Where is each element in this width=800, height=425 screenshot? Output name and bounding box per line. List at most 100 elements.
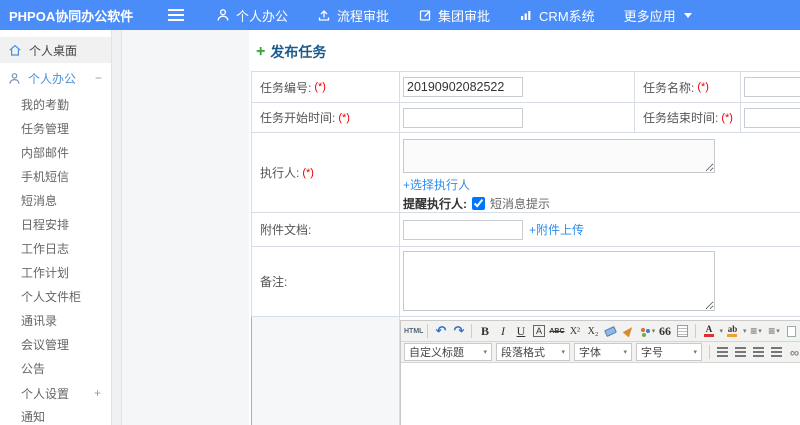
note-cell — [400, 247, 800, 317]
font-color-button[interactable]: A — [700, 322, 717, 340]
page-icon[interactable] — [783, 322, 800, 340]
nav-group-approval[interactable]: 集团审批 — [418, 6, 490, 25]
header-nav: 个人办公 流程审批 集团审批 CRM系统 更多应用 — [216, 6, 721, 25]
palette-icon[interactable]: ▾ — [638, 322, 655, 340]
align-left-icon[interactable] — [714, 343, 731, 361]
top-header: PHPOA协同办公软件 个人办公 流程审批 集团审批 CRM系统 更多应用 — [0, 0, 800, 30]
process-icon — [317, 8, 331, 22]
sidebar-section-label: 个人办公 — [28, 71, 77, 86]
sidebar-item-sms[interactable]: 手机短信 — [0, 165, 111, 189]
note-label: 备注: — [252, 247, 400, 317]
link-icon[interactable]: ∞ — [786, 343, 800, 361]
executor-cell: +选择执行人 提醒执行人: 短消息提示 — [400, 133, 800, 213]
attachment-input[interactable] — [403, 219, 523, 240]
sms-tip-label: 短消息提示 — [490, 197, 551, 211]
sidebar-item-work-log[interactable]: 工作日志 — [0, 237, 111, 261]
sidebar-section-personal-office[interactable]: 个人办公 − — [0, 63, 111, 93]
sidebar-item-work-plan[interactable]: 工作计划 — [0, 261, 111, 285]
task-name-input[interactable] — [744, 77, 800, 97]
sidebar-item-short-message[interactable]: 短消息 — [0, 189, 111, 213]
sidebar-item-desktop[interactable]: 个人桌面 — [0, 37, 111, 63]
sidebar-item-attendance[interactable]: 我的考勤 — [0, 93, 111, 117]
align-right-icon[interactable] — [750, 343, 767, 361]
undo-icon[interactable]: ↶ — [432, 322, 449, 340]
sidebar-item-file-cabinet[interactable]: 个人文件柜 — [0, 285, 111, 309]
publish-task-form: 任务编号: (*) 任务名称: (*) 任务开始时间: (*) — [251, 71, 800, 425]
task-name-label: 任务名称: (*) — [635, 72, 741, 103]
task-name-cell — [741, 72, 800, 103]
sidebar-item-personal-settings[interactable]: 个人设置 + — [0, 381, 111, 405]
format-brush-icon[interactable] — [620, 322, 637, 340]
highlight-color-button[interactable]: ab — [724, 322, 741, 340]
nav-crm-system[interactable]: CRM系统 — [519, 6, 595, 25]
required-mark: (*) — [338, 111, 350, 124]
select-executor-link[interactable]: +选择执行人 — [403, 178, 470, 192]
underline-button[interactable]: U — [512, 322, 529, 340]
sidebar-item-schedule[interactable]: 日程安排 — [0, 213, 111, 237]
required-mark: (*) — [302, 166, 314, 179]
blockquote-button[interactable]: 66 — [656, 322, 673, 340]
strikethrough-button[interactable]: ABC — [548, 322, 565, 340]
editor-content-area[interactable] — [401, 363, 800, 425]
html-source-button[interactable]: HTML — [404, 322, 423, 340]
hamburger-menu-icon[interactable] — [168, 14, 184, 16]
nav-more-apps[interactable]: 更多应用 — [624, 6, 692, 25]
sidebar-item-meeting[interactable]: 会议管理 — [0, 333, 111, 357]
required-mark: (*) — [314, 81, 326, 93]
start-time-label: 任务开始时间: (*) — [252, 103, 400, 133]
align-justify-icon[interactable] — [768, 343, 785, 361]
clipboard-icon[interactable] — [674, 322, 691, 340]
app-window: PHPOA协同办公软件 个人办公 流程审批 集团审批 CRM系统 更多应用 个人… — [0, 0, 800, 425]
attachment-upload-link[interactable]: +附件上传 — [529, 221, 584, 238]
end-time-cell — [741, 103, 800, 133]
end-time-input[interactable] — [744, 107, 800, 128]
bold-button[interactable]: B — [476, 322, 493, 340]
attachment-cell: +附件上传 — [400, 213, 800, 247]
remind-executor-label: 提醒执行人: — [403, 197, 467, 211]
sidebar-item-label: 个人设置 — [21, 386, 70, 401]
superscript-button[interactable]: X² — [566, 322, 583, 340]
executor-textarea[interactable] — [403, 139, 715, 173]
unordered-list-icon[interactable]: ≡ ▾ — [765, 322, 782, 340]
app-brand: PHPOA协同办公软件 — [9, 8, 134, 24]
paragraph-format-select[interactable]: 段落格式 ▾ — [496, 343, 570, 361]
ordered-list-icon[interactable]: ≡ ▾ — [747, 322, 764, 340]
custom-title-select[interactable]: 自定义标题 ▾ — [404, 343, 492, 361]
main-content: + 发布任务 任务编号: (*) 任务名称: (*) — [249, 30, 800, 425]
start-time-input[interactable] — [403, 107, 523, 128]
sms-tip-checkbox[interactable] — [472, 197, 485, 210]
edit-icon — [418, 8, 432, 22]
end-time-label: 任务结束时间: (*) — [635, 103, 741, 133]
task-no-input[interactable] — [403, 77, 523, 97]
editor-toolbar-row2: 自定义标题▾ 段落格式▾ 字体▾ 字号▾ ∞ ∞x — [401, 342, 800, 363]
redo-icon[interactable]: ↷ — [450, 322, 467, 340]
sidebar-item-announcement[interactable]: 公告 — [0, 357, 111, 381]
eraser-icon[interactable] — [602, 322, 619, 340]
nav-process-approval[interactable]: 流程审批 — [317, 6, 389, 25]
subscript-button[interactable]: X₂ — [584, 322, 601, 340]
sidebar-item-notice[interactable]: 通知 — [0, 405, 111, 425]
note-textarea[interactable] — [403, 251, 715, 311]
font-style-button[interactable]: A — [532, 325, 545, 337]
page-title-text: 发布任务 — [270, 44, 327, 60]
sidebar-item-label: 个人桌面 — [29, 43, 78, 58]
required-mark: (*) — [721, 111, 733, 124]
nav-personal-office[interactable]: 个人办公 — [216, 6, 288, 25]
content-left-panel — [122, 30, 249, 425]
expand-plus-icon[interactable]: + — [94, 386, 101, 400]
page-title: + 发布任务 — [256, 42, 800, 62]
nav-label: 集团审批 — [438, 8, 491, 24]
add-plus-icon: + — [256, 43, 266, 60]
font-size-select[interactable]: 字号 ▾ — [636, 343, 702, 361]
person-icon — [216, 8, 230, 22]
italic-button[interactable]: I — [494, 322, 511, 340]
font-family-select[interactable]: 字体 ▾ — [574, 343, 632, 361]
sidebar-gutter — [112, 30, 122, 425]
sidebar-item-internal-mail[interactable]: 内部邮件 — [0, 141, 111, 165]
align-center-icon[interactable] — [732, 343, 749, 361]
collapse-minus-icon[interactable]: − — [95, 71, 102, 85]
editor-row-label-cell — [251, 317, 400, 425]
start-time-cell — [400, 103, 635, 133]
sidebar-item-contacts[interactable]: 通讯录 — [0, 309, 111, 333]
sidebar-item-task-management[interactable]: 任务管理 — [0, 117, 111, 141]
